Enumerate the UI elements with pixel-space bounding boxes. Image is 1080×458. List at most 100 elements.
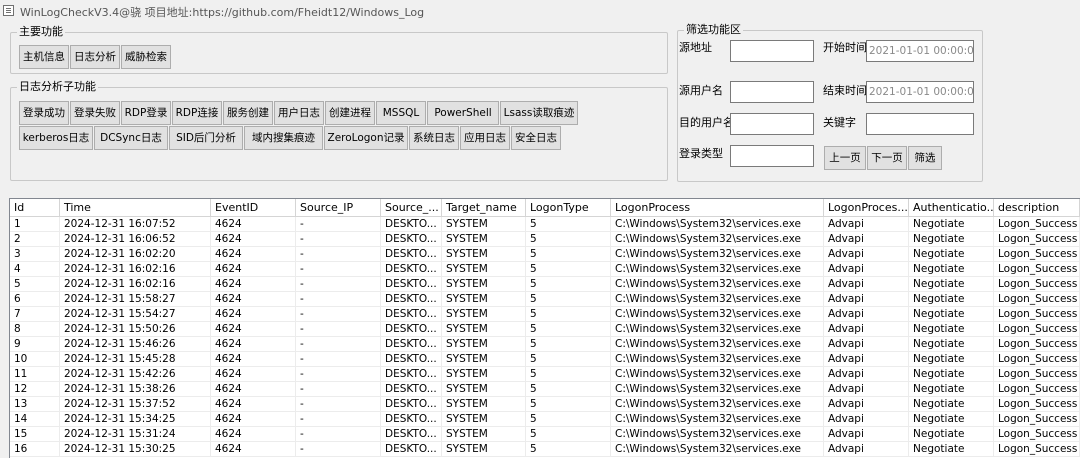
cell-eventid: 4624: [211, 217, 296, 232]
app-icon: [3, 5, 14, 16]
cell-description: Logon_Success: [994, 247, 1080, 262]
rdp-logon-button[interactable]: RDP登录: [121, 101, 171, 125]
cell-eventid: 4624: [211, 412, 296, 427]
cell-authentication: Negotiate: [909, 247, 994, 262]
table-row[interactable]: 1 2024-12-31 16:07:52 4624- DESKTO... SYSTEM…: [10, 217, 1080, 232]
cell-authentication: Negotiate: [909, 337, 994, 352]
window-title: WinLogCheckV3.4@骁 项目地址:https://github.co…: [20, 6, 425, 19]
table-row[interactable]: 16 2024-12-31 15:30:25 4624- DESKTO... SYSTE…: [10, 442, 1080, 457]
powershell-button[interactable]: PowerShell: [427, 101, 499, 125]
table-row[interactable]: 7 2024-12-31 15:54:27 4624- DESKTO... SYSTEM…: [10, 307, 1080, 322]
column-header-authentication[interactable]: Authenticatio...: [909, 199, 994, 217]
domain-recon-trace-button[interactable]: 域内搜集痕迹: [244, 126, 323, 150]
end-time-picker[interactable]: 2021-01-01 00:00:00: [866, 81, 974, 103]
source-address-input[interactable]: [730, 40, 814, 62]
column-header-source-ip[interactable]: Source_IP: [296, 199, 381, 217]
source-username-input[interactable]: [730, 81, 814, 103]
logon-failure-button[interactable]: 登录失败: [70, 101, 120, 125]
user-log-button[interactable]: 用户日志: [274, 101, 324, 125]
cell-eventid: 4624: [211, 322, 296, 337]
next-page-button[interactable]: 下一页: [867, 146, 907, 170]
table-row[interactable]: 8 2024-12-31 15:50:26 4624- DESKTO... SYSTEM…: [10, 322, 1080, 337]
table-row[interactable]: 6 2024-12-31 15:58:27 4624- DESKTO... SYSTEM…: [10, 292, 1080, 307]
cell-source-name: DESKTO...: [381, 352, 442, 367]
column-header-source-name[interactable]: Source_...: [381, 199, 442, 217]
table-row[interactable]: 3 2024-12-31 16:02:20 4624- DESKTO... SYSTEM…: [10, 247, 1080, 262]
cell-source-name: DESKTO...: [381, 427, 442, 442]
column-header-description[interactable]: description: [994, 199, 1080, 217]
threat-search-button[interactable]: 威胁检索: [121, 45, 171, 69]
cell-source-ip: -: [296, 352, 381, 367]
target-username-input[interactable]: [730, 113, 814, 135]
system-log-button[interactable]: 系统日志: [409, 126, 459, 150]
prev-page-button[interactable]: 上一页: [824, 146, 866, 170]
keyword-label: 关键字: [823, 116, 856, 129]
cell-logon-type: 5: [526, 322, 611, 337]
table-row[interactable]: 4 2024-12-31 16:02:16 4624- DESKTO... SYSTEM…: [10, 262, 1080, 277]
table-row[interactable]: 15 2024-12-31 15:31:24 4624- DESKTO... SYSTE…: [10, 427, 1080, 442]
cell-eventid: 4624: [211, 442, 296, 457]
start-time-picker[interactable]: 2021-01-01 00:00:00: [866, 40, 974, 62]
column-header-logon-process[interactable]: LogonProcess: [611, 199, 824, 217]
table-row[interactable]: 11 2024-12-31 15:42:26 4624- DESKTO... SYSTE…: [10, 367, 1080, 382]
logon-type-input[interactable]: [730, 145, 814, 167]
host-info-button[interactable]: 主机信息: [19, 45, 69, 69]
logon-success-button[interactable]: 登录成功: [19, 101, 69, 125]
process-create-button[interactable]: 创建进程: [325, 101, 375, 125]
log-analysis-button[interactable]: 日志分析: [70, 45, 120, 69]
cell-id: 4: [10, 262, 60, 277]
rdp-connect-button[interactable]: RDP连接: [172, 101, 222, 125]
mssql-button[interactable]: MSSQL: [376, 101, 426, 125]
application-log-button[interactable]: 应用日志: [460, 126, 510, 150]
cell-id: 16: [10, 442, 60, 457]
cell-logon-process: C:\Windows\System32\services.exe: [611, 352, 824, 367]
cell-eventid: 4624: [211, 247, 296, 262]
column-header-eventid[interactable]: EventID: [211, 199, 296, 217]
column-header-target-name[interactable]: Target_name: [442, 199, 526, 217]
cell-description: Logon_Success: [994, 412, 1080, 427]
source-address-label: 源地址: [679, 41, 712, 54]
cell-description: Logon_Success: [994, 442, 1080, 457]
cell-description: Logon_Success: [994, 217, 1080, 232]
logon-type-label: 登录类型: [679, 147, 723, 160]
table-row[interactable]: 13 2024-12-31 15:37:52 4624- DESKTO... SYSTE…: [10, 397, 1080, 412]
cell-source-name: DESKTO...: [381, 442, 442, 457]
cell-logon-process-2: Advapi: [824, 337, 909, 352]
security-log-button[interactable]: 安全日志: [511, 126, 561, 150]
cell-eventid: 4624: [211, 292, 296, 307]
cell-source-ip: -: [296, 307, 381, 322]
kerberos-log-button[interactable]: kerberos日志: [19, 126, 93, 150]
table-row[interactable]: 5 2024-12-31 16:02:16 4624- DESKTO... SYSTEM…: [10, 277, 1080, 292]
cell-logon-process-2: Advapi: [824, 412, 909, 427]
zerologon-record-button[interactable]: ZeroLogon记录: [324, 126, 408, 150]
dcsync-log-button[interactable]: DCSync日志: [94, 126, 168, 150]
table-row[interactable]: 14 2024-12-31 15:34:25 4624- DESKTO... SYSTE…: [10, 412, 1080, 427]
cell-description: Logon_Success: [994, 322, 1080, 337]
log-table[interactable]: Id Time EventID Source_IP Source_... Tar…: [9, 198, 1080, 458]
column-header-logon-type[interactable]: LogonType: [526, 199, 611, 217]
table-row[interactable]: 2 2024-12-31 16:06:52 4624- DESKTO... SYSTEM…: [10, 232, 1080, 247]
filter-button[interactable]: 筛选: [908, 146, 942, 170]
cell-id: 14: [10, 412, 60, 427]
service-create-button[interactable]: 服务创建: [223, 101, 273, 125]
cell-id: 2: [10, 232, 60, 247]
table-row[interactable]: 12 2024-12-31 15:38:26 4624- DESKTO... SYSTE…: [10, 382, 1080, 397]
cell-description: Logon_Success: [994, 382, 1080, 397]
cell-description: Logon_Success: [994, 427, 1080, 442]
cell-logon-process-2: Advapi: [824, 322, 909, 337]
cell-logon-process: C:\Windows\System32\services.exe: [611, 412, 824, 427]
keyword-input[interactable]: [866, 113, 974, 135]
column-header-logon-process-2[interactable]: LogonProces...: [824, 199, 909, 217]
cell-logon-type: 5: [526, 412, 611, 427]
cell-time: 2024-12-31 15:45:28: [60, 352, 211, 367]
column-header-id[interactable]: Id: [10, 199, 60, 217]
cell-logon-type: 5: [526, 232, 611, 247]
lsass-read-trace-button[interactable]: Lsass读取痕迹: [500, 101, 578, 125]
cell-logon-type: 5: [526, 277, 611, 292]
column-header-time[interactable]: Time: [60, 199, 211, 217]
cell-logon-process: C:\Windows\System32\services.exe: [611, 292, 824, 307]
cell-source-name: DESKTO...: [381, 337, 442, 352]
table-row[interactable]: 9 2024-12-31 15:46:26 4624- DESKTO... SYSTEM…: [10, 337, 1080, 352]
table-row[interactable]: 10 2024-12-31 15:45:28 4624- DESKTO... SYSTE…: [10, 352, 1080, 367]
sid-backdoor-button[interactable]: SID后门分析: [169, 126, 243, 150]
